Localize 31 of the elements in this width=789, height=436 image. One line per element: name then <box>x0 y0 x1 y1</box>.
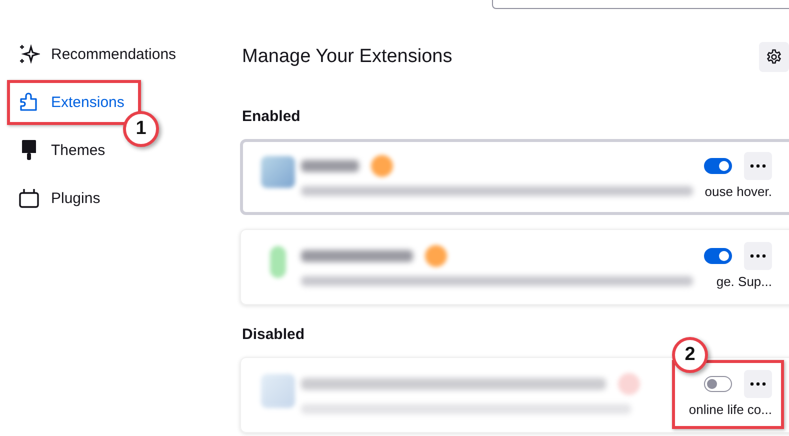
toggle-switch[interactable] <box>704 376 732 392</box>
badge-icon <box>425 245 447 267</box>
description-text: ouse hover. <box>704 184 772 198</box>
sparkle-icon <box>18 43 40 65</box>
puzzle-piece-icon <box>18 91 40 113</box>
badge-icon <box>618 373 640 395</box>
sidebar-item[interactable]: Plugins <box>0 180 232 216</box>
sidebar-item[interactable]: Recommendations <box>0 36 232 72</box>
settings-icon <box>766 49 782 65</box>
step-number: 2 <box>672 337 708 373</box>
toggle-switch[interactable] <box>704 158 732 174</box>
more-options-button[interactable] <box>744 242 772 270</box>
extension-icon <box>270 246 286 278</box>
toggle-switch[interactable] <box>704 248 732 264</box>
step-number: 1 <box>123 111 159 147</box>
ellipsis-icon <box>750 382 766 386</box>
more-options-button[interactable] <box>744 152 772 180</box>
extension-icon <box>261 374 295 408</box>
badge-icon <box>371 155 393 177</box>
ellipsis-icon <box>750 164 766 168</box>
section-heading: Disabled <box>242 325 306 345</box>
description-text: online life co... <box>688 402 772 416</box>
extension-icon <box>261 156 295 188</box>
page-heading: Manage Your Extensions <box>242 46 454 68</box>
ellipsis-icon <box>750 254 766 258</box>
more-options-button[interactable] <box>744 370 772 398</box>
description-text: ge. Sup... <box>716 274 772 288</box>
redacted-text <box>301 160 359 172</box>
plugin-icon <box>18 187 40 209</box>
section-heading: Enabled <box>242 107 302 127</box>
settings-button[interactable] <box>759 42 789 72</box>
